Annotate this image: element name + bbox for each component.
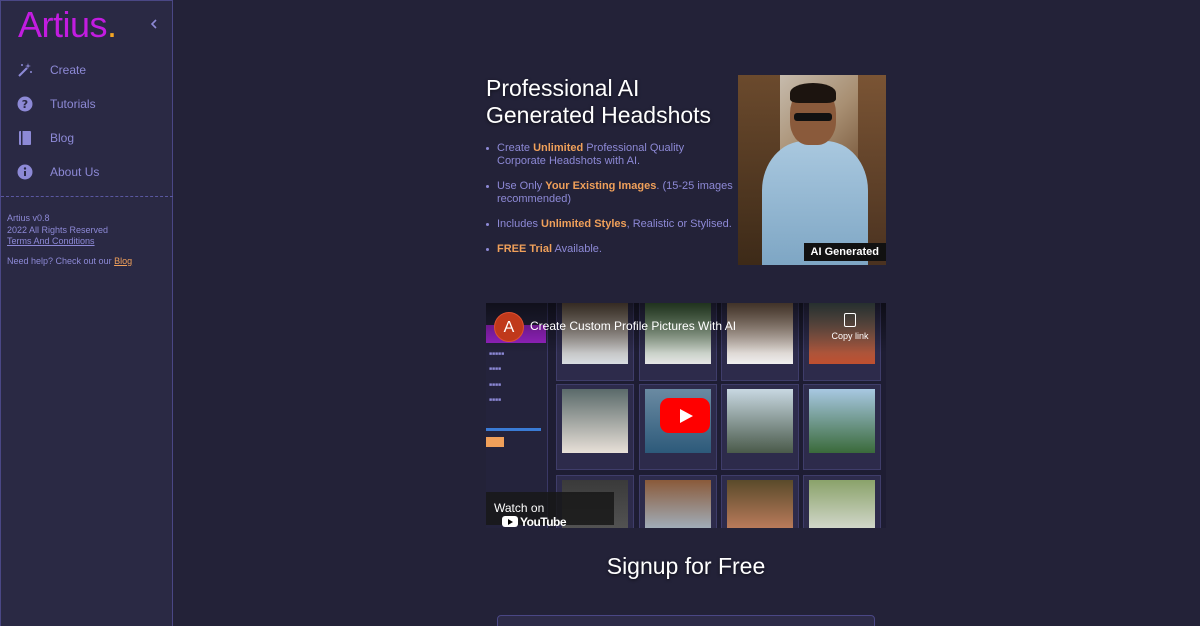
headshot-image: AI Generated (738, 75, 886, 265)
version-text: Artius v0.8 (7, 213, 50, 223)
sidebar-item-label: Create (50, 63, 87, 77)
sidebar-item-label: Tutorials (50, 97, 96, 111)
list-item: Create Unlimited Professional Quality Co… (486, 142, 736, 168)
youtube-logo-icon: YouTube (502, 515, 567, 528)
info-circle-icon (16, 164, 33, 181)
ai-generated-badge: AI Generated (803, 243, 886, 261)
video-title[interactable]: Create Custom Profile Pictures With AI (530, 319, 736, 333)
rights-text: 2022 All Rights Reserved (7, 224, 109, 235)
sidebar-item-create[interactable]: Create (1, 53, 173, 87)
sidebar-item-label: About Us (50, 165, 100, 179)
play-button[interactable] (660, 398, 710, 433)
sidebar-item-tutorials[interactable]: ? Tutorials (1, 87, 173, 121)
signup-form-box[interactable] (497, 615, 875, 626)
list-item: Includes Unlimited Styles, Realistic or … (486, 218, 736, 231)
feature-list: Create Unlimited Professional Quality Co… (486, 142, 736, 268)
sidebar-divider (1, 196, 173, 197)
youtube-video-embed[interactable]: ■■■■■ ■■■■ ■■■■ ■■■■ A Create Custom Pro… (486, 303, 886, 528)
question-circle-icon: ? (16, 96, 33, 113)
chevron-left-icon[interactable] (147, 14, 161, 34)
help-blog-link[interactable]: Blog (114, 256, 132, 266)
magic-wand-icon (16, 62, 33, 79)
channel-avatar[interactable]: A (494, 312, 524, 342)
sidebar-meta: Artius v0.8 2022 All Rights Reserved Ter… (7, 213, 108, 248)
book-icon (16, 130, 33, 147)
brand-logo[interactable]: Artius. (18, 4, 117, 46)
copy-link-button[interactable]: Copy link (828, 313, 872, 341)
watch-on-youtube-button[interactable]: Watch onYouTube (486, 492, 614, 528)
terms-link[interactable]: Terms And Conditions (7, 236, 95, 246)
svg-text:?: ? (21, 98, 27, 111)
copy-icon (844, 313, 856, 327)
help-text: Need help? Check out our Blog (7, 256, 133, 266)
list-item: FREE Trial Available. (486, 243, 736, 256)
list-item: Use Only Your Existing Images. (15-25 im… (486, 180, 736, 206)
sidebar-item-label: Blog (50, 131, 75, 145)
page-title: Professional AI Generated Headshots (486, 75, 712, 128)
sidebar: Artius. Create ? Tutorials Blog About Us… (0, 0, 173, 626)
sidebar-item-blog[interactable]: Blog (1, 121, 173, 155)
sidebar-item-about[interactable]: About Us (1, 155, 173, 189)
signup-heading: Signup for Free (606, 553, 766, 579)
sidebar-nav: Create ? Tutorials Blog About Us (1, 53, 173, 189)
